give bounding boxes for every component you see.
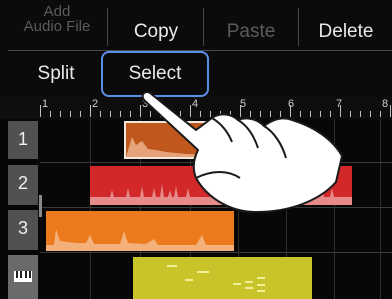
ruler-tick xyxy=(40,105,41,117)
ruler-tick xyxy=(390,105,391,117)
waveform xyxy=(46,229,234,251)
ruler-mark: 2 xyxy=(92,98,99,110)
ruler-tick xyxy=(130,111,131,117)
track-label: 2 xyxy=(18,173,29,193)
track-3-region[interactable] xyxy=(46,211,234,251)
ruler-mark: 1 xyxy=(42,98,49,110)
ruler-tick xyxy=(80,111,81,117)
ruler-tick xyxy=(350,111,351,117)
track-button-3[interactable]: 3 xyxy=(8,210,38,250)
track-4-region[interactable] xyxy=(133,257,312,299)
vertical-scrollbar[interactable] xyxy=(39,195,42,217)
ruler-mark: 8 xyxy=(382,98,389,110)
ruler-tick xyxy=(70,111,71,117)
track-button-4[interactable] xyxy=(8,255,38,299)
ruler-tick xyxy=(60,111,61,117)
ruler-tick xyxy=(110,111,111,117)
ruler-tick xyxy=(360,111,361,117)
track-label: 1 xyxy=(18,129,29,149)
ruler-tick xyxy=(90,105,91,117)
copy-button[interactable]: Copy xyxy=(110,22,202,41)
edit-menu: Add Audio File Copy Paste Delete Split S… xyxy=(0,0,392,97)
ruler-tick xyxy=(380,111,381,117)
delete-button[interactable]: Delete xyxy=(300,22,392,41)
ruler-tick xyxy=(50,111,51,117)
pointing-hand-icon xyxy=(141,90,343,213)
ruler-tick xyxy=(120,111,121,117)
menu-divider xyxy=(298,8,299,46)
menu-divider xyxy=(107,8,108,46)
paste-button[interactable]: Paste xyxy=(205,22,297,41)
midi-notes xyxy=(167,265,265,292)
split-button[interactable]: Split xyxy=(8,64,104,83)
ruler-tick xyxy=(370,111,371,117)
keyboard-icon xyxy=(14,271,32,282)
menu-divider xyxy=(203,8,204,46)
ruler-tick xyxy=(100,111,101,117)
track-button-2[interactable]: 2 xyxy=(8,165,38,205)
recorder-screen: Add Audio File Copy Paste Delete Split S… xyxy=(0,0,392,299)
add-audio-file-button[interactable]: Add Audio File xyxy=(8,4,106,34)
track-button-1[interactable]: 1 xyxy=(8,121,38,159)
track-label: 3 xyxy=(18,218,29,238)
